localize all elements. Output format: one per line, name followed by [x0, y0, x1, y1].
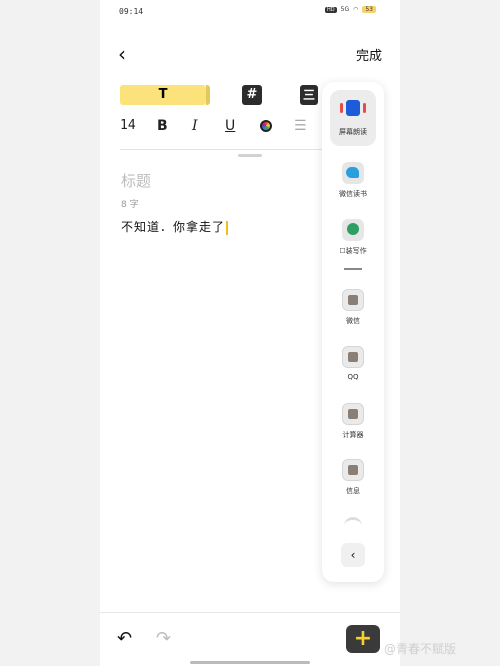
sidebar-app-label: 微信 [346, 317, 360, 325]
redo-icon[interactable]: ↷ [156, 628, 171, 649]
add-button[interactable]: + [346, 625, 380, 653]
bottom-divider [100, 612, 400, 613]
more-apps-icon [344, 517, 362, 528]
format-toolbar: 14 B I U ☰ [120, 118, 340, 140]
note-body[interactable]: 不知道．你拿走了 [121, 218, 229, 235]
text-style-button[interactable]: T [120, 85, 210, 105]
sidebar-app-weread[interactable]: 微信读书 [322, 162, 384, 199]
note-title-input[interactable]: 标题 [121, 170, 151, 191]
wifi-icon: ◠ [353, 6, 359, 13]
sidebar-app-label: 信息 [346, 487, 360, 495]
toolbar-divider [120, 149, 345, 150]
note-body-text: 不知道．你拿走了 [121, 220, 226, 234]
calculator-icon [342, 403, 364, 425]
signal-icon: 5G [340, 6, 350, 13]
status-icons: HD 5G ◠ 53 [325, 6, 376, 13]
undo-icon[interactable]: ↶ [117, 628, 132, 649]
sidebar-app-calculator[interactable]: 计算器 [322, 403, 384, 440]
drag-handle[interactable] [238, 154, 262, 157]
sidebar-app-qq[interactable]: QQ [322, 346, 384, 381]
sidebar-app-label: QQ [347, 373, 359, 381]
sidebar-app-xiezuo[interactable]: ☐装写作 [322, 219, 384, 256]
weread-icon [342, 162, 364, 184]
text-color-icon[interactable] [260, 120, 272, 132]
list-style-button[interactable]: 三 [300, 85, 318, 105]
align-icon[interactable]: ☰ [294, 118, 307, 134]
text-cursor [226, 220, 229, 235]
screen-read-button[interactable]: 屏幕朗读 [330, 90, 376, 146]
collapse-sidebar-button[interactable]: ‹ [341, 543, 365, 567]
screen-read-label: 屏幕朗读 [339, 128, 367, 136]
screen-read-icon [340, 100, 366, 116]
hd-badge: HD [325, 6, 337, 13]
battery-icon: 53 [362, 6, 376, 13]
message-icon [342, 459, 364, 481]
wechat-icon [342, 289, 364, 311]
sidebar-app-message[interactable]: 信息 [322, 459, 384, 496]
status-bar: 09:14 HD 5G ◠ 53 [100, 0, 400, 22]
font-size-button[interactable]: 14 [120, 118, 136, 133]
status-time: 09:14 [119, 7, 144, 16]
char-count: 8 字 [121, 200, 139, 210]
qq-icon [342, 346, 364, 368]
watermark: @青春不赋版 [384, 642, 457, 656]
done-button[interactable]: 完成 [356, 45, 382, 64]
sidebar-app-label: 计算器 [342, 431, 364, 439]
heading-style-button[interactable]: # [242, 85, 262, 105]
bold-button[interactable]: B [157, 118, 168, 134]
sidebar-app-label: 微信读书 [339, 190, 367, 198]
sidebar-separator [344, 268, 362, 270]
smart-sidebar: 屏幕朗读 微信读书 ☐装写作 微信 QQ 计算器 信息 ‹ [322, 82, 384, 582]
underline-button[interactable]: U [225, 118, 235, 134]
back-icon[interactable]: ‹ [118, 42, 126, 66]
home-indicator[interactable] [190, 661, 310, 664]
sidebar-app-label: ☐装写作 [339, 247, 367, 255]
xiezuo-icon [342, 219, 364, 241]
italic-button[interactable]: I [192, 118, 198, 134]
sidebar-app-wechat[interactable]: 微信 [322, 289, 384, 326]
